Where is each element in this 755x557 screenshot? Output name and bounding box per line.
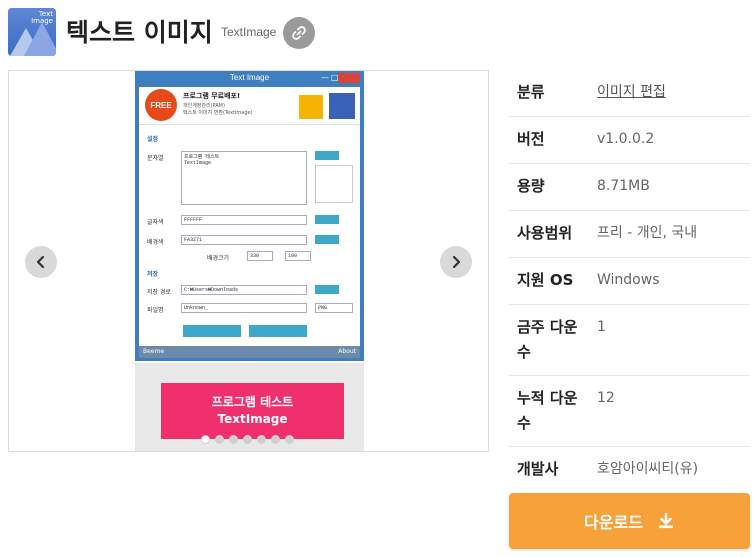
- save-heading: 저장: [147, 271, 159, 278]
- gallery-dot[interactable]: [271, 435, 280, 444]
- gallery-dot[interactable]: [201, 435, 210, 444]
- promo-line-2: TextImage: [217, 412, 288, 426]
- font-button: [315, 151, 339, 160]
- gallery-prev-button[interactable]: [25, 246, 57, 278]
- info-label: 수: [517, 343, 531, 361]
- info-label: 사용범위: [517, 224, 573, 242]
- window-title: Text Image: [229, 73, 270, 82]
- banner-line-2: 개인계정관리(PAM): [183, 103, 225, 109]
- gallery-next-button[interactable]: [440, 246, 472, 278]
- info-row-total-downloads: 누적 다운 수 12: [509, 376, 750, 447]
- info-table: 분류 이미지 편집 버전 v1.0.0.2 용량 8.71MB 사용범위 프리 …: [509, 70, 750, 494]
- text-area: 프로그램 테스트 TextImage: [181, 151, 307, 205]
- info-label: 지원 OS: [517, 271, 574, 289]
- promo-line-1: 프로그램 테스트: [211, 395, 294, 409]
- promo-banner: FREE 프로그램 무료배포! 개인계정관리(PAM) 텍스트 이미지 변환(T…: [139, 87, 360, 125]
- save-path-field: C:₩Users₩Downloads: [181, 285, 307, 295]
- info-value: Windows: [597, 272, 660, 288]
- bg-color-label: 배경색: [147, 239, 164, 246]
- footer-brand: Beeme: [143, 348, 165, 355]
- bg-size-height: 100: [285, 251, 311, 261]
- category-link[interactable]: 이미지 편집: [597, 80, 666, 104]
- promo-card: 프로그램 테스트 TextImage: [161, 383, 344, 439]
- folder-button: [315, 285, 339, 294]
- info-value: 프리 - 개인, 국내: [597, 225, 698, 241]
- align-grid: [315, 165, 353, 203]
- close-icon: [338, 73, 360, 83]
- bg-size-label: 배경크기: [207, 255, 230, 262]
- bg-color-field: FA3271: [181, 235, 307, 245]
- text-line-2: TextImage: [184, 160, 212, 166]
- file-name-field: Unknown_: [181, 303, 307, 313]
- info-label: 버전: [517, 130, 545, 148]
- download-icon: [658, 512, 673, 529]
- info-label: 금주 다운: [517, 318, 578, 336]
- bg-size-width: 330: [247, 251, 273, 261]
- window-footer: Beeme About: [139, 346, 360, 358]
- text-line-1: 프로그램 테스트: [184, 154, 220, 160]
- screenshot-gallery: Text Image — □ FREE 프로그램 무료배포! 개인계정관리(PA…: [8, 70, 489, 452]
- save-path-label: 저장 경로: [147, 289, 171, 296]
- chevron-left-icon: [36, 255, 45, 269]
- minimize-icon: —: [321, 73, 329, 82]
- info-label: 개발사: [517, 460, 559, 478]
- gallery-dot[interactable]: [215, 435, 224, 444]
- download-label: 다운로드: [584, 513, 643, 532]
- gallery-dot[interactable]: [257, 435, 266, 444]
- gallery-dot[interactable]: [229, 435, 238, 444]
- info-value: 12: [597, 390, 615, 406]
- app-icon-text: Text Image: [31, 10, 53, 25]
- info-row-weekly-downloads: 금주 다운 수 1: [509, 305, 750, 376]
- bg-color-picker: [315, 235, 339, 244]
- chevron-right-icon: [452, 255, 461, 269]
- link-icon: [292, 26, 306, 40]
- text-label: 문자열: [147, 155, 164, 162]
- info-value: v1.0.0.2: [597, 131, 655, 147]
- info-row-license: 사용범위 프리 - 개인, 국내: [509, 211, 750, 258]
- font-color-picker: [315, 215, 339, 224]
- gallery-dots: [201, 435, 294, 444]
- gear-icon: [299, 95, 323, 119]
- info-label: 누적 다운: [517, 389, 578, 407]
- banner-line-3: 텍스트 이미지 변환(Textimage): [183, 110, 253, 116]
- info-row-os: 지원 OS Windows: [509, 258, 750, 305]
- gallery-dot[interactable]: [243, 435, 252, 444]
- file-type-select: PNG: [315, 303, 353, 313]
- info-value: 1: [597, 319, 606, 335]
- save-button: [183, 325, 241, 337]
- banner-line-1: 프로그램 무료배포!: [183, 92, 241, 100]
- page-subtitle: TextImage: [221, 25, 277, 39]
- info-value: 호암아이씨티(유): [597, 461, 699, 477]
- app-icon: Text Image: [8, 8, 56, 56]
- info-label: 용량: [517, 177, 545, 195]
- info-row-category: 분류 이미지 편집: [509, 70, 750, 117]
- info-row-size: 용량 8.71MB: [509, 164, 750, 211]
- link-button[interactable]: [283, 17, 315, 49]
- page-title: 텍스트 이미지: [66, 18, 213, 47]
- gallery-screenshot: Text Image — □ FREE 프로그램 무료배포! 개인계정관리(PA…: [135, 71, 364, 361]
- info-value: 8.71MB: [597, 178, 650, 194]
- info-label: 수: [517, 414, 531, 432]
- gallery-dot[interactable]: [285, 435, 294, 444]
- footer-about: About: [338, 348, 356, 355]
- image-icon: [329, 93, 355, 119]
- window-body: FREE 프로그램 무료배포! 개인계정관리(PAM) 텍스트 이미지 변환(T…: [139, 87, 360, 346]
- download-button[interactable]: 다운로드: [509, 493, 750, 549]
- info-row-version: 버전 v1.0.0.2: [509, 117, 750, 164]
- preview-button: [249, 325, 307, 337]
- file-name-label: 파일명: [147, 307, 164, 314]
- app-icon-mountain: [24, 22, 56, 56]
- font-color-label: 글자색: [147, 219, 164, 226]
- info-row-developer: 개발사 호암아이씨티(유): [509, 447, 750, 494]
- settings-heading: 설정: [147, 136, 159, 143]
- info-label: 분류: [517, 83, 545, 101]
- free-badge: FREE: [145, 89, 177, 121]
- font-color-field: FFFFFF: [181, 215, 307, 225]
